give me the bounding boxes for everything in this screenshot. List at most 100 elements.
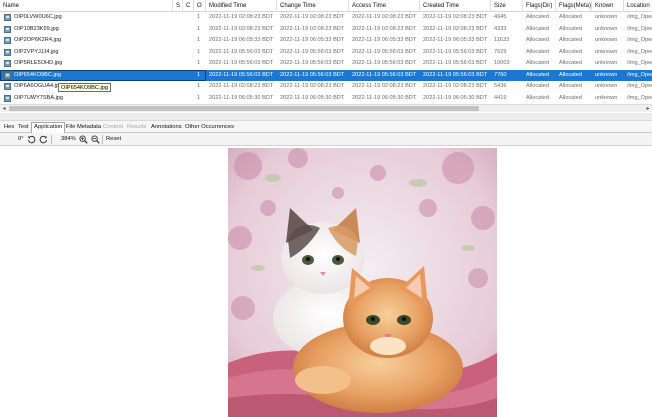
cell-flags-meta: Allocated: [559, 83, 583, 89]
cell-flags-dir: Allocated: [526, 25, 550, 32]
table-row[interactable]: OIP2OP6K2R4.jpg 1 2022-11-19 06:05:33 BDT 2…: [0, 35, 652, 47]
cell-size: 4333: [494, 25, 507, 32]
column-header-change-time[interactable]: Change Time: [277, 0, 349, 12]
cell-flags-dir: Allocated: [526, 48, 550, 55]
cell-known: unknown: [595, 48, 618, 55]
kittens-photo: [228, 148, 497, 417]
cell-flags-meta: Allocated: [559, 48, 583, 55]
tab-results[interactable]: Results: [125, 123, 148, 133]
cell-o: 1: [197, 37, 201, 43]
cell-created: 2022-11-19 06:05:30 BDT: [423, 94, 488, 101]
reset-button[interactable]: Reset: [106, 133, 121, 146]
cell-size: 4419: [494, 94, 507, 101]
cell-created: 2022-11-19 02:08:23 BDT: [423, 83, 488, 89]
tab-annotations[interactable]: Annotations: [149, 123, 184, 133]
cell-known: unknown: [595, 37, 618, 43]
image-viewer-toolbar: 0° 384% Reset: [0, 133, 652, 146]
rotate-right-icon[interactable]: [39, 135, 48, 144]
cell-known: unknown: [595, 94, 618, 101]
cell-flags-meta: Allocated: [559, 37, 583, 43]
cell-modified: 2022-11-19 02:08:23 BDT: [209, 14, 274, 20]
cell-location: /img_Oper: [627, 37, 652, 43]
cell-size: 10003: [494, 60, 510, 66]
zoom-in-icon[interactable]: [79, 135, 88, 144]
cell-change: 2022-11-19 05:56:03 BDT: [280, 48, 345, 55]
column-header-known[interactable]: Known: [592, 0, 624, 12]
table-row[interactable]: OIP5RLE5OHD.jpg 1 2022-11-19 05:56:03 BDT 2…: [0, 58, 652, 70]
cell-change: 2022-11-19 02:08:23 BDT: [280, 14, 345, 20]
scroll-right-icon[interactable]: ▸: [644, 105, 652, 113]
table-row[interactable]: OIP2VPYJJJ4.jpg 1 2022-11-19 05:56:03 BDT 2…: [0, 47, 652, 59]
cell-access: 2022-11-19 02:08:23 BDT: [352, 14, 417, 20]
cell-flags-meta: Allocated: [559, 71, 583, 78]
column-header-modified-time[interactable]: Modified Time: [206, 0, 277, 12]
tab-application[interactable]: Application: [31, 122, 66, 133]
cell-s: [173, 93, 183, 105]
zoom-value: 384%: [61, 136, 76, 142]
cell-c: [183, 47, 194, 59]
filename-tooltip: OIP654KO9BC.jpg: [58, 83, 111, 92]
pane-splitter[interactable]: [0, 113, 652, 121]
cell-s: [173, 35, 183, 47]
column-header-s[interactable]: S: [173, 0, 183, 12]
table-row[interactable]: OIP10B23K59.jpg 1 2022-11-19 02:08:23 BDT 2…: [0, 24, 652, 36]
column-header-location[interactable]: Location: [624, 0, 652, 12]
table-row[interactable]: OIP0LVW0U6C.jpg 1 2022-11-19 02:08:23 BDT 2…: [0, 12, 652, 24]
cell-access: 2022-11-19 06:05:30 BDT: [352, 94, 417, 101]
cell-o: 1: [197, 60, 201, 66]
cell-modified: 2022-11-19 05:56:03 BDT: [209, 60, 274, 66]
horizontal-scrollbar[interactable]: ◂ ▸: [0, 104, 652, 112]
column-header-o[interactable]: O: [194, 0, 206, 12]
column-header-size[interactable]: Size: [491, 0, 523, 12]
tab-file-metadata[interactable]: File Metadata: [64, 123, 103, 133]
column-header-c[interactable]: C: [183, 0, 194, 12]
column-header-name[interactable]: Name: [0, 0, 173, 12]
cell-known: unknown: [595, 14, 618, 20]
cell-size: 7629: [494, 48, 507, 55]
cell-modified: 2022-11-19 06:05:30 BDT: [209, 94, 274, 101]
tab-other-occurrences[interactable]: Other Occurrences: [183, 123, 236, 133]
column-header-flags-dir[interactable]: Flags(Dir): [523, 0, 556, 12]
cell-known: unknown: [595, 71, 618, 78]
cell-location: /img_Oper: [627, 48, 652, 55]
cell-size: 5436: [494, 83, 507, 89]
scrollbar-thumb[interactable]: [9, 106, 479, 111]
tab-text[interactable]: Text: [16, 123, 31, 133]
column-header-access-time[interactable]: Access Time: [349, 0, 420, 12]
cell-created: 2022-11-19 05:56:03 BDT: [423, 60, 488, 66]
cell-change: 2022-11-19 05:56:03 BDT: [280, 60, 345, 66]
cell-flags-dir: Allocated: [526, 83, 550, 89]
cell-created: 2022-11-19 02:08:23 BDT: [423, 25, 488, 32]
cell-c: [183, 93, 194, 105]
cell-c: [183, 58, 194, 70]
cell-c: [183, 81, 194, 93]
cell-created: 2022-11-19 05:56:03 BDT: [423, 71, 488, 78]
cell-created: 2022-11-19 05:56:03 BDT: [423, 48, 488, 55]
cell-location: /img_Oper: [627, 71, 652, 78]
column-header-created-time[interactable]: Created Time: [420, 0, 491, 12]
cell-s: [173, 58, 183, 70]
cell-location: /img_Oper: [627, 94, 652, 101]
table-row[interactable]: OIP7UWY7SBA.jpg 1 2022-11-19 06:05:30 BDT 2…: [0, 93, 652, 105]
cell-size: 11633: [494, 37, 510, 43]
cell-modified: 2022-11-19 02:08:23 BDT: [209, 25, 274, 32]
cell-size: 7760: [494, 71, 507, 78]
tab-context[interactable]: Context: [101, 123, 125, 133]
cell-modified: 2022-11-19 05:56:03 BDT: [209, 48, 274, 55]
rotate-left-icon[interactable]: [27, 135, 36, 144]
toolbar-separator: [102, 135, 103, 144]
cell-change: 2022-11-19 02:08:23 BDT: [280, 83, 345, 89]
zoom-out-icon[interactable]: [91, 135, 100, 144]
cell-o: 1: [197, 48, 201, 55]
scroll-left-icon[interactable]: ◂: [0, 105, 8, 113]
cell-s: [173, 81, 183, 93]
cell-flags-meta: Allocated: [559, 25, 583, 32]
table-row[interactable]: OIP654KO9BC.jpg 1 2022-11-19 05:56:03 BDT 2…: [0, 69, 652, 81]
cell-c: [183, 12, 194, 24]
toolbar-separator: [51, 135, 52, 144]
tab-hex[interactable]: Hex: [2, 123, 16, 133]
cell-name: OIP2VPYJJJ4.jpg: [14, 48, 59, 55]
cell-change: 2022-11-19 06:05:30 BDT: [280, 94, 345, 101]
column-header-flags-meta[interactable]: Flags(Meta): [556, 0, 592, 12]
cell-c: [183, 35, 194, 47]
